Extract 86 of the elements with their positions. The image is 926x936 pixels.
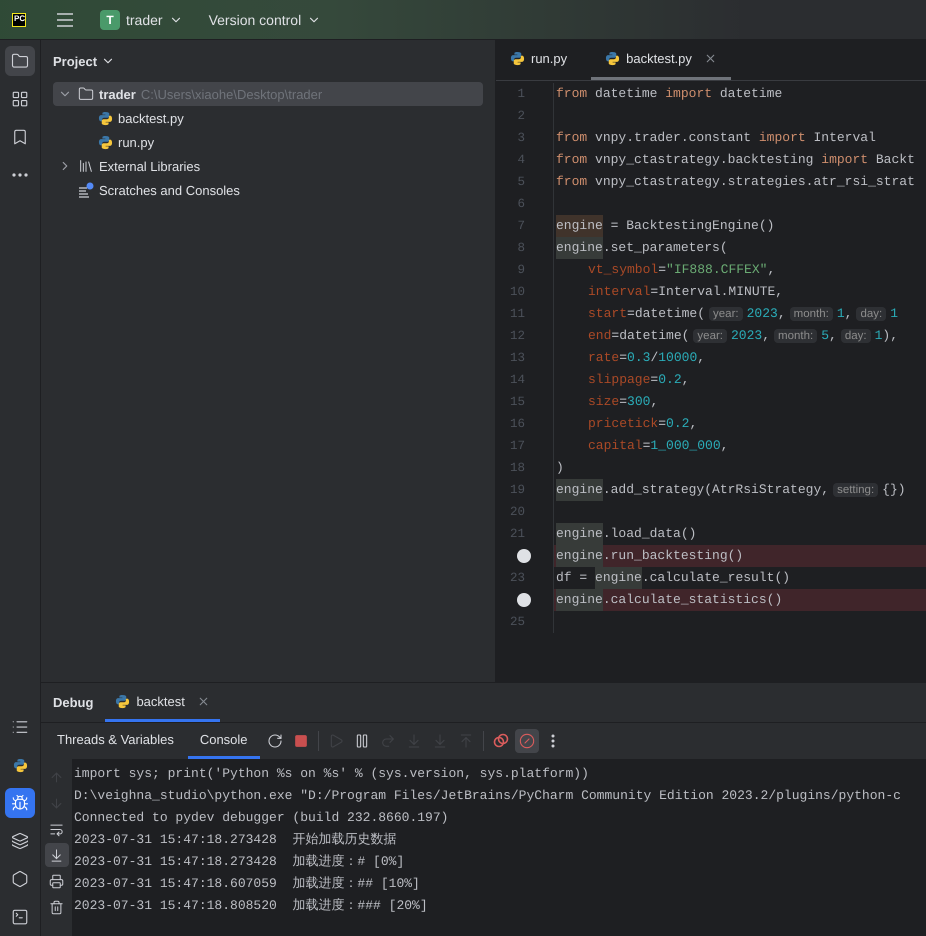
code-line: engine.add_strategy(AtrRsiStrategy, setting: {}) (554, 479, 926, 501)
folder-icon (78, 86, 94, 102)
scroll-to-end-button[interactable] (44, 843, 68, 867)
code-line: vt_symbol="IF888.CFFEX", (587, 261, 776, 279)
code-line: from vnpy_ctastrategy.backtesting import Backt (555, 151, 916, 169)
parameter-hint: setting: (833, 483, 878, 497)
bug-icon (11, 794, 29, 812)
console-line: D:\veighna_studio\python.exe "D:/Program Files/JetBrains/PyCharm Community Edition 2023.2/plugins/python-c (74, 787, 902, 805)
menu-icon (56, 12, 74, 26)
code-line: from datetime import datetime (555, 85, 784, 103)
tree-item[interactable]: backtest.py (53, 106, 483, 130)
soft-wrap-icon (49, 822, 64, 836)
folder-icon (11, 52, 29, 70)
library-icon (78, 158, 94, 174)
python-file-icon (98, 134, 113, 150)
breakpoint-dot[interactable] (517, 549, 531, 563)
parameter-hint: year: (693, 329, 727, 343)
python-file-icon (98, 110, 113, 126)
parameter-hint: year: (709, 307, 743, 321)
editor-tab[interactable]: run.py (496, 40, 582, 80)
vcs-menu[interactable]: Version control (202, 8, 328, 32)
breakpoints-icon (492, 733, 509, 749)
panel-title: Debug (53, 695, 94, 710)
tree-item[interactable]: Scratches and Consoles (53, 178, 483, 202)
close-icon[interactable] (196, 694, 210, 708)
code-line: df = engine.calculate_result() (554, 567, 926, 589)
trash-icon (49, 900, 64, 914)
code-line: start=datetime( year: 2023, month: 1, day: 1 (587, 305, 899, 323)
layers-icon (11, 832, 29, 850)
python-file-icon (115, 694, 130, 708)
tree-item[interactable]: External Libraries (53, 154, 483, 178)
code-line: from vnpy_ctastrategy.strategies.atr_rsi_strat (555, 173, 916, 191)
app-logo: PC (12, 12, 26, 26)
parameter-hint: month: (790, 307, 833, 321)
tree-item-label: backtest.py (118, 110, 184, 126)
python-file-icon (605, 51, 620, 66)
tree-item-label: run.py (118, 134, 154, 150)
code-line: ) (555, 459, 565, 477)
console-line: Connected to pydev debugger (build 232.8660.197) (74, 809, 450, 827)
tree-item-label: External Libraries (99, 158, 200, 174)
list-icon (11, 718, 29, 736)
mute-breakpoints-button[interactable] (514, 729, 539, 753)
console-line: 2023-07-31 15:47:18.273428 开始加载历史数据 (74, 831, 398, 849)
bookmark-icon (11, 128, 29, 146)
console-line: 2023-07-31 15:47:18.607059 加载进度：## [10%] (74, 875, 421, 893)
console-line: import sys; print('Python %s on %s' % (sys.version, sys.platform)) (74, 765, 590, 783)
code-line: slippage=0.2, (587, 371, 690, 389)
printer-icon (49, 874, 64, 888)
code-line: rate=0.3/10000, (587, 349, 706, 367)
code-line: capital=1_000_000, (587, 437, 730, 455)
debugger-tab[interactable]: Threads & Variables (45, 723, 186, 759)
tool-window-button[interactable] (5, 788, 35, 818)
breakpoint-dot[interactable] (517, 593, 531, 607)
code-line: engine.load_data() (554, 523, 926, 545)
terminal-icon (11, 908, 29, 926)
project-badge: T (100, 10, 120, 30)
more-icon (550, 734, 555, 748)
code-line: engine = BacktestingEngine() (554, 215, 926, 237)
parameter-hint: day: (856, 307, 886, 321)
parameter-hint: day: (840, 329, 871, 343)
scratches-icon (78, 182, 94, 198)
stop-icon (294, 734, 308, 748)
python-file-icon (510, 51, 525, 66)
scroll-to-end-icon (49, 848, 64, 862)
parameter-hint: month: (774, 329, 818, 343)
tree-item-label: trader (99, 86, 136, 102)
code-line: size=300, (587, 393, 660, 411)
tree-item[interactable]: run.py (53, 130, 483, 154)
code-line: interval=Interval.MINUTE, (587, 283, 784, 301)
structure-icon (11, 90, 29, 108)
mute-breakpoints-icon (518, 733, 535, 749)
console-line: 2023-07-31 15:47:18.808520 加载进度：### [20%] (74, 897, 429, 915)
code-line: end=datetime( year: 2023, month: 5, day: 1), (587, 327, 899, 345)
python-console-icon (12, 758, 28, 772)
tool-window-button[interactable] (5, 46, 35, 76)
rerun-icon (266, 733, 283, 749)
code-line: pricetick=0.2, (587, 415, 698, 433)
console-line: 2023-07-31 15:47:18.273428 加载进度：# [0%] (74, 853, 406, 871)
close-icon[interactable] (704, 52, 717, 65)
tree-item-label: Scratches and Consoles (99, 182, 240, 198)
project-switcher[interactable]: T trader (94, 6, 189, 34)
code-line: engine.set_parameters( (554, 237, 926, 259)
editor-tab[interactable]: backtest.py (591, 40, 731, 80)
project-view-title[interactable]: Project (53, 40, 116, 82)
code-line: from vnpy.trader.constant import Interval (555, 129, 877, 147)
more-icon (12, 173, 28, 177)
